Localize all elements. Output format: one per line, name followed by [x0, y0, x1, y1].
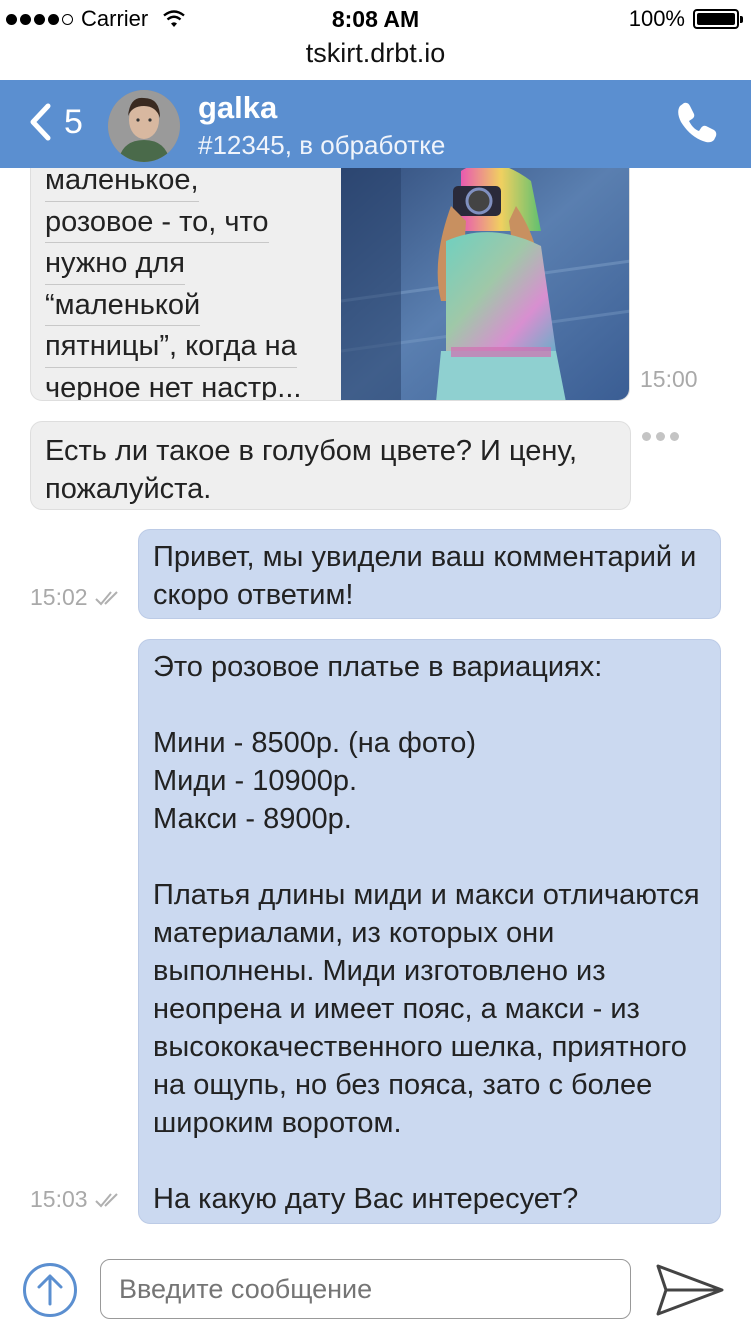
- battery-percent: 100%: [628, 6, 685, 31]
- message-incoming-with-image[interactable]: маленькое, розовое - то, что нужно для “…: [30, 150, 630, 401]
- product-photo[interactable]: [341, 151, 629, 400]
- status-bar: Carrier 8:08 AM 100% tskirt.drbt.io: [0, 0, 751, 80]
- battery-icon: [693, 9, 743, 29]
- message-input[interactable]: [100, 1259, 631, 1319]
- message-line: пятницы”, когда на: [45, 327, 297, 368]
- unread-count: 5: [64, 102, 83, 141]
- message-incoming[interactable]: Есть ли такое в голубом цвете? И цену, п…: [30, 421, 631, 510]
- message-outgoing[interactable]: Привет, мы увидели ваш комментарий и ско…: [138, 529, 721, 619]
- message-line: “маленькой: [45, 286, 201, 326]
- status-right: 100%: [628, 6, 743, 32]
- chat-title: galka: [198, 90, 278, 125]
- message-outgoing[interactable]: Это розовое платье в вариациях: Мини - 8…: [138, 639, 721, 1224]
- double-check-icon: [94, 590, 118, 605]
- more-options-icon[interactable]: [642, 432, 682, 446]
- message-time: 15:02: [30, 584, 88, 610]
- message-time: 15:03: [30, 1186, 88, 1212]
- send-icon[interactable]: [654, 1262, 726, 1318]
- chat-screen: маленькое, розовое - то, что нужно для “…: [0, 0, 751, 1334]
- chat-header: 5 galka #12345, в обработке: [0, 80, 751, 168]
- message-line: нужно для: [45, 244, 185, 285]
- chat-subtitle: #12345, в обработке: [198, 130, 446, 160]
- url-bar[interactable]: tskirt.drbt.io: [0, 38, 751, 80]
- message-text: маленькое, розовое - то, что нужно для “…: [45, 161, 341, 401]
- double-check-icon: [94, 1192, 118, 1207]
- avatar[interactable]: [108, 90, 180, 162]
- phone-icon[interactable]: [675, 100, 719, 144]
- message-line: розовое - то, что: [45, 203, 269, 243]
- message-time-row: 15:03: [30, 1186, 124, 1213]
- upload-arrow-icon[interactable]: [22, 1262, 78, 1318]
- message-time: 15:00: [640, 366, 698, 392]
- message-line: черное нет настр...: [45, 369, 301, 401]
- chevron-left-icon: [30, 103, 51, 141]
- message-time-row: 15:02: [30, 584, 124, 611]
- back-button[interactable]: 5: [28, 102, 83, 142]
